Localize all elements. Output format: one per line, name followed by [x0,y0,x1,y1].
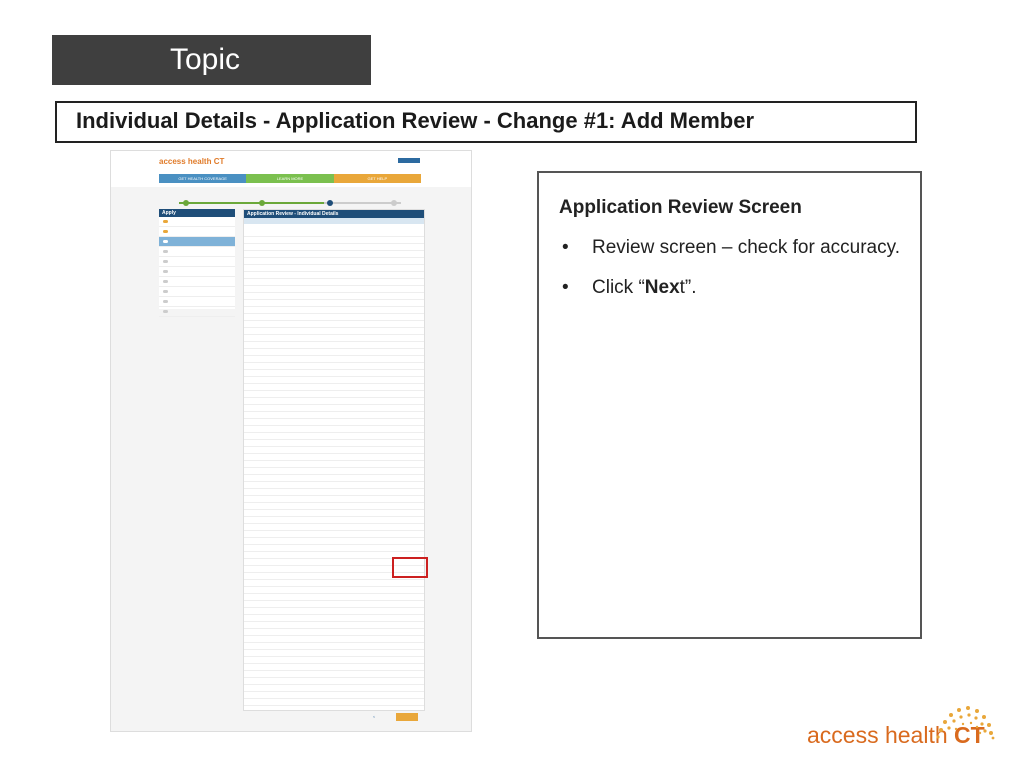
bullet-dot: • [562,237,569,258]
info-bullet-list: • Review screen – check for accuracy. • Cl… [559,235,900,301]
info-heading: Application Review Screen [559,197,802,218]
screenshot-sidebar-header: Apply [159,209,235,217]
info-bullet-bold: Nex [644,277,680,298]
screenshot-panel-title: Application Review - Individual Details [244,210,424,218]
screenshot-nav-item: GET HEALTH COVERAGE [159,174,247,183]
screenshot-sidebar-item [159,297,235,307]
screenshot-sidebar-item [159,257,235,267]
screenshot-logout-button [398,158,420,163]
screenshot-sidebar: Apply [159,209,235,317]
bullet-dot: • [562,277,569,298]
screenshot-sidebar-item [159,267,235,277]
screenshot-sidebar-item [159,247,235,257]
screenshot-back-link: < [373,715,376,719]
step-dot [391,200,397,206]
screenshot-logo: access health CT [159,157,225,166]
screenshot-panel-subheader [244,218,424,224]
info-bullet-post: t”. [679,277,697,298]
screenshot-progress-steps [159,188,421,208]
next-button-highlight [392,557,428,578]
screenshot-sidebar-item [159,287,235,297]
info-bullet-pre: Click “ [592,277,645,298]
topic-banner: Topic [52,35,371,85]
info-bullet: • Click “Next”. [559,275,900,301]
brand-name-prefix: access health [807,722,955,748]
step-dot [259,200,265,206]
sunburst-icon [936,706,995,740]
application-review-screenshot: access health CT GET HEALTH COVERAGE LEA… [110,150,472,732]
screenshot-nav-item: GET HELP [333,174,421,183]
screenshot-sidebar-item [159,227,235,237]
screenshot-review-rows [244,230,424,710]
screenshot-next-button [396,713,418,721]
slide-title: Individual Details - Application Review … [55,101,917,143]
access-health-ct-logo: access health CT [807,700,1002,750]
info-bullet: • Review screen – check for accuracy. [559,235,900,261]
screenshot-sidebar-item [159,307,235,317]
step-dot [183,200,189,206]
screenshot-header: access health CT GET HEALTH COVERAGE LEA… [111,151,471,187]
screenshot-sidebar-item [159,277,235,287]
screenshot-nav-item: LEARN MORE [246,174,334,183]
screenshot-navbar: GET HEALTH COVERAGE LEARN MORE GET HELP [159,174,421,183]
screenshot-review-panel: Application Review - Individual Details [243,209,425,711]
info-box: Application Review Screen • Review screen… [537,171,922,639]
step-dot-current [327,200,333,206]
screenshot-sidebar-item [159,217,235,227]
info-bullet-text: Review screen – check for accuracy. [592,237,900,258]
screenshot-sidebar-item-active [159,237,235,247]
